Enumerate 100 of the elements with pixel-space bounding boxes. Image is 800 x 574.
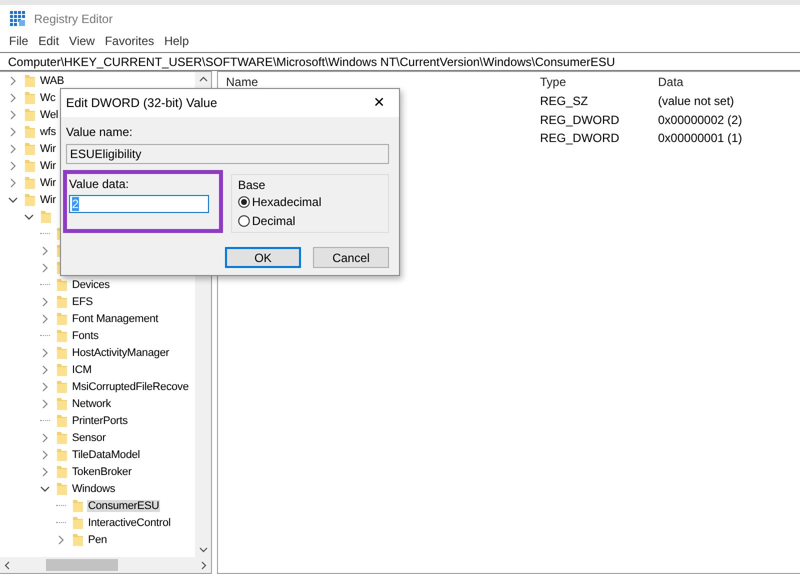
tree-item[interactable]: EFS [71, 296, 94, 308]
table-cell-text: (value not set) [658, 94, 736, 108]
expand-chevron-icon[interactable] [8, 126, 18, 136]
folder-icon [72, 532, 84, 546]
folder-icon [56, 414, 68, 428]
expand-chevron-icon[interactable] [40, 398, 50, 408]
folder-icon [56, 448, 68, 462]
expand-chevron-icon[interactable] [56, 534, 66, 544]
tree-item[interactable]: Wir [39, 176, 57, 188]
dialog-button[interactable]: Cancel [313, 247, 389, 268]
expand-chevron-icon[interactable] [40, 382, 50, 392]
tree-item[interactable]: Windows [71, 482, 116, 494]
radio-icon[interactable] [238, 214, 250, 226]
scroll-up-icon[interactable] [198, 76, 208, 82]
folder-icon [56, 346, 68, 360]
folder-icon [72, 498, 84, 512]
radio-icon[interactable] [238, 196, 250, 208]
tree-item[interactable]: Wc [39, 92, 56, 104]
tree-item[interactable]: Pen [87, 534, 108, 546]
address-bar[interactable]: Computer\HKEY_CURRENT_USER\SOFTWARE\Microsoft\Windows NT\CurrentVersion\Windows\ConsumerESU [0, 52, 800, 71]
folder-icon [56, 430, 68, 444]
menu-item[interactable]: Edit [38, 34, 60, 48]
tree-item[interactable]: ICM [71, 364, 93, 376]
tree-item[interactable]: WAB [39, 74, 66, 86]
horizontal-scrollbar[interactable] [0, 557, 211, 573]
tree-item[interactable]: Wel [39, 108, 60, 120]
folder-icon [24, 108, 36, 122]
expand-chevron-icon[interactable] [8, 144, 18, 154]
tree-item[interactable]: MsiCorruptedFileRecove [71, 380, 190, 392]
expand-chevron-icon[interactable] [8, 92, 18, 102]
expand-chevron-icon[interactable] [8, 110, 18, 120]
expand-chevron-icon[interactable] [40, 348, 50, 358]
table-cell-text: REG_SZ [540, 94, 590, 108]
folder-icon [24, 74, 36, 88]
folder-icon [24, 176, 36, 190]
table-cell-text: 0x00000001 (1) [658, 131, 744, 146]
menu-item[interactable]: Help [164, 34, 189, 48]
expand-chevron-icon[interactable] [40, 314, 50, 324]
tree-item[interactable]: Devices [71, 278, 111, 290]
tree-item[interactable]: Wir [39, 160, 57, 172]
tree-item[interactable]: Wir [39, 142, 57, 154]
tree-item[interactable]: HostActivityManager [71, 346, 170, 358]
folder-icon [56, 482, 68, 496]
expand-chevron-icon[interactable] [8, 178, 18, 188]
radio-option[interactable]: Hexadecimal [238, 192, 382, 211]
folder-icon [56, 380, 68, 394]
expand-chevron-icon[interactable] [40, 432, 50, 442]
radio-option[interactable]: Decimal [238, 211, 382, 230]
scroll-down-icon[interactable] [198, 547, 208, 553]
folder-icon [40, 210, 52, 224]
folder-icon [24, 90, 36, 104]
tree-item[interactable]: TokenBroker [71, 466, 133, 478]
table-cell-text: REG_DWORD [540, 112, 620, 127]
expand-chevron-icon[interactable] [40, 246, 50, 256]
tree-item[interactable]: TileDataModel [71, 448, 141, 460]
tree-item[interactable]: InteractiveControl [87, 516, 172, 528]
tree-item[interactable]: Fonts [71, 330, 100, 342]
menu-item[interactable]: Favorites [104, 34, 154, 48]
group-label: Base [238, 178, 266, 192]
expand-chevron-icon[interactable] [8, 160, 18, 170]
dialog-button[interactable]: OK [225, 247, 301, 268]
expand-chevron-icon[interactable] [40, 450, 50, 460]
tree-item[interactable]: Font Management [71, 312, 160, 324]
column-header[interactable]: Data [658, 75, 800, 89]
registry-cubes-icon [10, 10, 26, 26]
scrollbar-thumb[interactable] [46, 559, 118, 571]
folder-icon [56, 294, 68, 308]
column-header[interactable]: Type [540, 75, 658, 89]
collapse-chevron-icon[interactable] [40, 484, 50, 494]
table-cell-text: REG_DWORD [540, 131, 620, 146]
tree-item[interactable]: Wir [39, 194, 57, 206]
folder-icon [72, 516, 84, 530]
expand-chevron-icon[interactable] [40, 364, 50, 374]
tree-item[interactable]: PrinterPorts [71, 414, 129, 426]
dialog-title: Edit DWORD (32-bit) Value [66, 96, 218, 110]
window-title: Registry Editor [34, 12, 113, 26]
collapse-chevron-icon[interactable] [24, 212, 34, 222]
scroll-left-icon[interactable] [4, 560, 10, 570]
collapse-chevron-icon[interactable] [8, 194, 18, 204]
tree-item[interactable]: ConsumerESU [87, 500, 160, 512]
column-header[interactable]: Name [226, 75, 540, 89]
menu-item[interactable]: View [69, 34, 95, 48]
expand-chevron-icon[interactable] [40, 466, 50, 476]
expand-chevron-icon[interactable] [8, 76, 18, 86]
tree-item[interactable]: Sensor [71, 432, 107, 444]
value-name-field[interactable]: ESUEligibility [66, 144, 389, 164]
folder-icon [56, 464, 68, 478]
folder-icon [24, 192, 36, 206]
close-button[interactable]: ✕ [369, 95, 389, 111]
tree-item[interactable]: wfs [39, 126, 57, 138]
tree-item[interactable]: Network [71, 398, 112, 410]
folder-icon [56, 312, 68, 326]
folder-icon [56, 396, 68, 410]
field-label: Value name: [66, 125, 134, 139]
folder-icon [56, 362, 68, 376]
scroll-right-icon[interactable] [201, 560, 207, 570]
table-cell-text: 0x00000002 (2) [658, 112, 744, 127]
expand-chevron-icon[interactable] [40, 296, 50, 306]
menu-item[interactable]: File [9, 34, 28, 48]
expand-chevron-icon[interactable] [40, 262, 50, 272]
